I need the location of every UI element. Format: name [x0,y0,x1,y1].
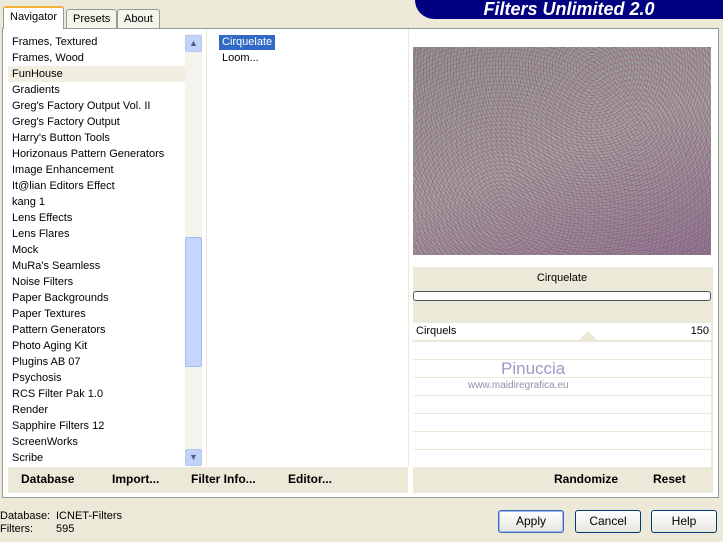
import-button[interactable]: Import... [112,472,159,486]
category-item[interactable]: Plugins AB 07 [8,354,188,370]
category-item[interactable]: Mock [8,242,188,258]
cancel-button[interactable]: Cancel [575,510,641,533]
category-item[interactable]: Greg's Factory Output [8,114,188,130]
randomize-button[interactable]: Randomize [554,472,618,486]
category-scrollbar[interactable]: ▲ ▼ [185,34,202,466]
filter-item[interactable]: Cirquelate [219,35,276,50]
category-item[interactable]: Greg's Factory Output Vol. II [8,98,188,114]
category-item[interactable]: Lens Flares [8,226,188,242]
param-value: 150 [690,325,709,337]
category-item[interactable]: Sapphire Filters 12 [8,418,188,434]
filter-info-button[interactable]: Filter Info... [191,472,256,486]
progress-bar [413,291,711,301]
category-item[interactable]: Paper Textures [8,306,188,322]
category-list[interactable]: Frames, Textured Frames, Wood FunHouse Grad… [8,34,188,466]
database-value: ICNET-Filters [56,510,122,522]
filter-item[interactable]: Loom... [219,51,262,66]
help-button[interactable]: Help [651,510,717,533]
category-item[interactable]: Psychosis [8,370,188,386]
scroll-up-button[interactable]: ▲ [185,35,202,52]
filters-count-label: Filters: [0,523,33,535]
category-item[interactable]: Pattern Generators [8,322,188,338]
category-item[interactable]: RCS Filter Pak 1.0 [8,386,188,402]
scroll-down-button[interactable]: ▼ [185,449,202,466]
apply-button[interactable]: Apply [498,510,564,533]
category-item[interactable]: MuRa's Seamless [8,258,188,274]
category-item[interactable]: Noise Filters [8,274,188,290]
preview-image [413,47,711,255]
editor-button[interactable]: Editor... [288,472,332,486]
category-item[interactable]: Render [8,402,188,418]
tab-presets[interactable]: Presets [66,9,118,28]
database-label: Database: [0,510,51,522]
filter-name: Cirquelate [536,272,588,284]
app-title-banner: Filters Unlimited 2.0 [415,0,723,19]
category-item[interactable]: Frames, Wood [8,50,188,66]
category-item[interactable]: Frames, Textured [8,34,188,50]
navigator-panel: Frames, Textured Frames, Wood FunHouse Grad… [2,28,719,498]
filters-count-value: 595 [56,523,75,535]
category-item[interactable]: Horizonaus Pattern Generators [8,146,188,162]
category-item[interactable]: FunHouse [8,66,188,82]
category-item[interactable]: It@lian Editors Effect [8,178,188,194]
filter-list[interactable]: Cirquelate Loom... [206,29,409,466]
category-item[interactable]: Lens Effects [8,210,188,226]
param-label: Cirquels [416,325,457,337]
watermark-name: Pinuccia [501,359,566,378]
category-item[interactable]: kang 1 [8,194,188,210]
scroll-thumb[interactable] [185,237,202,367]
category-item[interactable]: Paper Backgrounds [8,290,188,306]
category-item[interactable]: Image Enhancement [8,162,188,178]
category-item[interactable]: ScreenWorks [8,434,188,450]
tab-about[interactable]: About [117,9,160,28]
database-button[interactable]: Database [21,472,74,486]
category-item[interactable]: Harry's Button Tools [8,130,188,146]
category-item[interactable]: Photo Aging Kit [8,338,188,354]
category-item[interactable]: Gradients [8,82,188,98]
category-item[interactable]: Scribe [8,450,188,466]
tab-navigator[interactable]: Navigator [3,6,65,29]
param-slider-cirquels[interactable]: Cirquels 150 [413,323,711,340]
slider-thumb[interactable] [579,331,597,340]
reset-button[interactable]: Reset [653,472,686,486]
filter-controls: Cirquelate Cirquels 150 Pinuccia www.mai… [413,267,713,493]
watermark-url: www.maidiregrafica.eu [468,380,569,391]
